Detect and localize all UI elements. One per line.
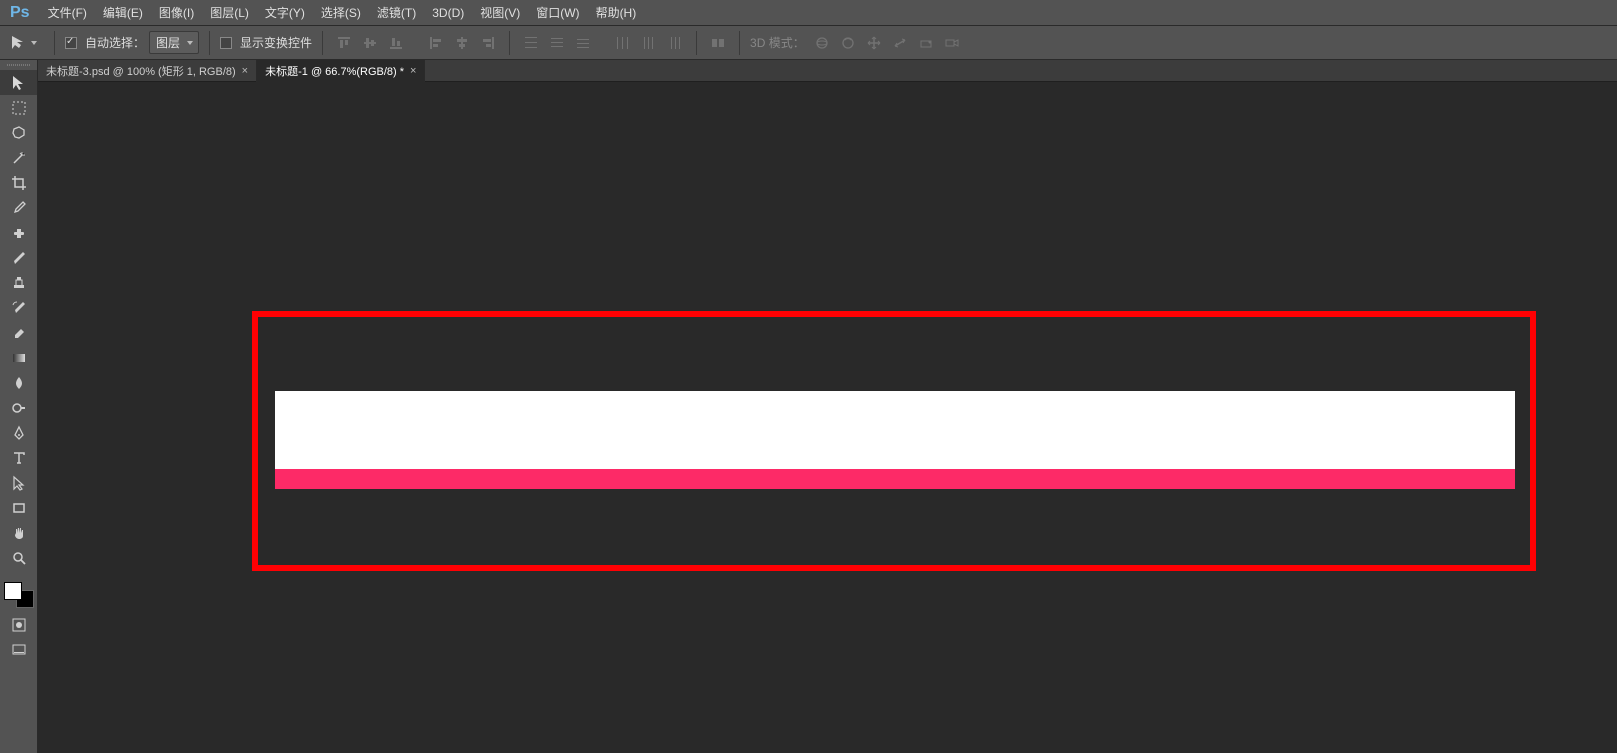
document-tabs: 未标题-3.psd @ 100% (矩形 1, RGB/8) × 未标题-1 @… (38, 60, 1617, 82)
align-edges-cluster (333, 32, 407, 54)
menu-layer[interactable]: 图层(L) (202, 0, 257, 26)
gradient-tool[interactable] (0, 345, 37, 370)
rectangle-tool[interactable] (0, 495, 37, 520)
pan-3d-icon[interactable] (863, 32, 885, 54)
eyedropper-tool[interactable] (0, 195, 37, 220)
zoom-tool[interactable] (0, 545, 37, 570)
distribute-hcenter-icon[interactable] (638, 32, 660, 54)
document-tab-label: 未标题-1 @ 66.7%(RGB/8) * (265, 63, 404, 79)
show-transform-group: 显示变换控件 (220, 34, 312, 51)
annotation-rectangle (252, 311, 1536, 571)
distribute-vcenter-icon[interactable] (546, 32, 568, 54)
divider (739, 31, 740, 55)
magic-wand-tool[interactable] (0, 145, 37, 170)
quick-mask-toggle[interactable] (0, 612, 37, 637)
divider (322, 31, 323, 55)
align-horizontal-cluster (425, 32, 499, 54)
divider (209, 31, 210, 55)
close-tab-icon[interactable]: × (410, 65, 416, 77)
align-bottom-icon[interactable] (385, 32, 407, 54)
history-brush-tool[interactable] (0, 295, 37, 320)
document-tab[interactable]: 未标题-3.psd @ 100% (矩形 1, RGB/8) × (38, 60, 257, 82)
workarea: 未标题-3.psd @ 100% (矩形 1, RGB/8) × 未标题-1 @… (38, 60, 1617, 753)
distribute-cluster (520, 32, 594, 54)
auto-select-checkbox[interactable] (65, 37, 77, 49)
scale-3d-icon[interactable] (915, 32, 937, 54)
brush-tool[interactable] (0, 245, 37, 270)
healing-brush-tool[interactable] (0, 220, 37, 245)
clone-stamp-tool[interactable] (0, 270, 37, 295)
show-transform-checkbox[interactable] (220, 37, 232, 49)
menu-select[interactable]: 选择(S) (313, 0, 369, 26)
hand-tool[interactable] (0, 520, 37, 545)
app-logo: Ps (0, 4, 40, 22)
menu-image[interactable]: 图像(I) (151, 0, 202, 26)
blur-tool[interactable] (0, 370, 37, 395)
distribute-bottom-icon[interactable] (572, 32, 594, 54)
distribute-left-icon[interactable] (612, 32, 634, 54)
color-swatches[interactable] (4, 582, 34, 608)
distribute-right-icon[interactable] (664, 32, 686, 54)
path-selection-tool[interactable] (0, 470, 37, 495)
workspace: 未标题-3.psd @ 100% (矩形 1, RGB/8) × 未标题-1 @… (0, 60, 1617, 753)
menu-help[interactable]: 帮助(H) (588, 0, 645, 26)
auto-select-label: 自动选择： (85, 34, 145, 51)
lasso-tool[interactable] (0, 120, 37, 145)
document-tab-label: 未标题-3.psd @ 100% (矩形 1, RGB/8) (46, 63, 236, 79)
crop-tool[interactable] (0, 170, 37, 195)
align-vcenter-icon[interactable] (359, 32, 381, 54)
auto-select-dropdown[interactable]: 图层 (149, 31, 199, 54)
align-right-icon[interactable] (477, 32, 499, 54)
toolbox-grip[interactable] (0, 60, 37, 70)
foreground-color-swatch[interactable] (4, 582, 22, 600)
roll-3d-icon[interactable] (837, 32, 859, 54)
marquee-tool[interactable] (0, 95, 37, 120)
pen-tool[interactable] (0, 420, 37, 445)
canvas-area[interactable] (38, 82, 1617, 753)
type-tool[interactable] (0, 445, 37, 470)
dodge-tool[interactable] (0, 395, 37, 420)
menu-type[interactable]: 文字(Y) (257, 0, 313, 26)
orbit-3d-icon[interactable] (811, 32, 833, 54)
slide-3d-icon[interactable] (889, 32, 911, 54)
menubar: Ps 文件(F) 编辑(E) 图像(I) 图层(L) 文字(Y) 选择(S) 滤… (0, 0, 1617, 26)
close-tab-icon[interactable]: × (242, 65, 248, 77)
menu-file[interactable]: 文件(F) (40, 0, 95, 26)
eraser-tool[interactable] (0, 320, 37, 345)
menu-3d[interactable]: 3D(D) (424, 0, 472, 26)
distribute-horizontal-cluster (612, 32, 686, 54)
options-bar: 自动选择： 图层 显示变换控件 3D 模式： (0, 26, 1617, 60)
show-transform-label: 显示变换控件 (240, 34, 312, 51)
mode-3d-label: 3D 模式： (750, 34, 805, 51)
move-tool[interactable] (0, 70, 37, 95)
menu-edit[interactable]: 编辑(E) (95, 0, 151, 26)
align-top-icon[interactable] (333, 32, 355, 54)
divider (54, 31, 55, 55)
menu-view[interactable]: 视图(V) (472, 0, 528, 26)
mode-3d-cluster (811, 32, 963, 54)
align-left-icon[interactable] (425, 32, 447, 54)
auto-align-icon[interactable] (707, 32, 729, 54)
divider (509, 31, 510, 55)
menu-filter[interactable]: 滤镜(T) (369, 0, 424, 26)
distribute-top-icon[interactable] (520, 32, 542, 54)
toolbox (0, 60, 38, 753)
screen-mode-toggle[interactable] (0, 637, 37, 662)
divider (696, 31, 697, 55)
tool-preset-picker[interactable] (4, 34, 44, 52)
menu-window[interactable]: 窗口(W) (528, 0, 587, 26)
camera-3d-icon[interactable] (941, 32, 963, 54)
align-hcenter-icon[interactable] (451, 32, 473, 54)
auto-select-group: 自动选择： 图层 (65, 31, 199, 54)
document-tab-active[interactable]: 未标题-1 @ 66.7%(RGB/8) * × (257, 60, 425, 82)
